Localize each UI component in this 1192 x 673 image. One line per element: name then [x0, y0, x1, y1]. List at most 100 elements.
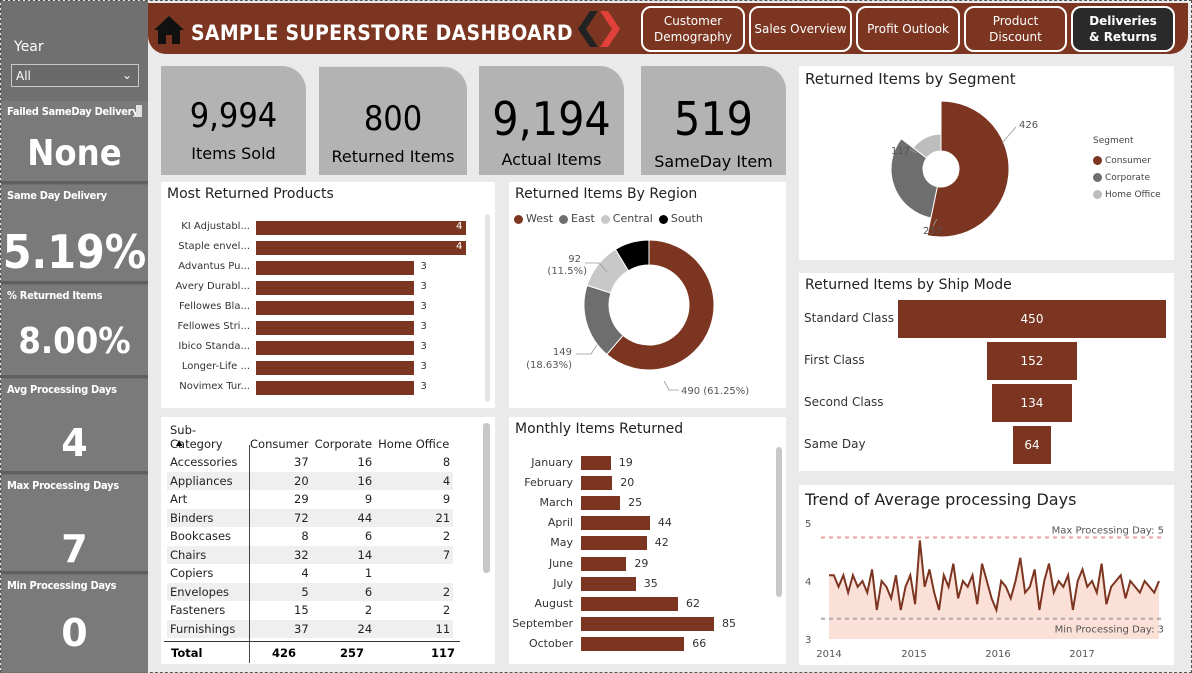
month-bar[interactable]: [581, 536, 647, 551]
table-cell: 1: [364, 566, 373, 581]
month-label: May: [550, 536, 573, 550]
product-bar[interactable]: [256, 301, 414, 315]
product-bar[interactable]: [256, 381, 414, 395]
table-cell: 16: [357, 455, 373, 470]
bar-value: 4: [456, 241, 463, 252]
product-bar[interactable]: [256, 321, 414, 335]
table-cell: 29: [294, 492, 309, 507]
column-header[interactable]: Home Office: [375, 421, 453, 453]
legend-label: Central: [612, 212, 653, 225]
table-row[interactable]: Art 29 9 9: [167, 490, 453, 509]
scrollbar[interactable]: [483, 423, 490, 573]
kpi-value: 9,994: [189, 96, 278, 136]
home-icon[interactable]: [153, 14, 185, 46]
panel-title: Most Returned Products: [167, 186, 334, 202]
product-bar[interactable]: [256, 341, 414, 355]
funnel-bar[interactable]: 450: [898, 300, 1166, 338]
bar-row: Longer-Life ... 3: [161, 360, 481, 376]
ship-mode-funnel: Standard Class 450 First Class 152 Second Cl…: [799, 300, 1174, 468]
table-row[interactable]: Binders 72 44 21: [167, 508, 454, 527]
table-row[interactable]: Chairs 32 14 7: [167, 545, 454, 564]
month-bar[interactable]: [581, 596, 678, 611]
funnel-row: Standard Class 450: [799, 300, 1174, 338]
month-bar[interactable]: [581, 556, 627, 571]
funnel-bar[interactable]: 152: [986, 342, 1078, 380]
month-bar[interactable]: [581, 476, 613, 491]
table-row[interactable]: Fasteners 15 2 2: [167, 601, 453, 620]
month-row: January 19: [509, 455, 774, 471]
table-row[interactable]: Accessories 37 16 8: [167, 453, 453, 472]
month-label: August: [534, 596, 574, 610]
month-bar[interactable]: [581, 516, 650, 531]
nav-deliveries-returns[interactable]: Deliveries & Returns: [1071, 6, 1175, 52]
chevron-down-icon[interactable]: ⌄: [122, 68, 132, 82]
year-filter-value: All: [16, 69, 31, 83]
column-header[interactable]: Consumer: [247, 421, 312, 453]
table-cell: 2: [364, 603, 373, 618]
legend-dot-icon: [600, 214, 610, 224]
column-header[interactable]: Corporate: [312, 421, 376, 453]
product-bar[interactable]: [256, 221, 466, 235]
product-bar[interactable]: [256, 361, 414, 375]
panel-title: Returned Items by Ship Mode: [805, 277, 1012, 293]
nav-profit-outlook[interactable]: Profit Outlook: [856, 6, 960, 52]
year-filter-dropdown[interactable]: All ⌄: [11, 64, 139, 87]
x-tick-label: 2016: [985, 649, 1010, 660]
product-bar[interactable]: [256, 261, 414, 275]
table-cell: 2: [442, 529, 451, 544]
product-bar[interactable]: [256, 281, 414, 295]
y-tick-label: 3: [805, 635, 811, 646]
funnel-bar[interactable]: 64: [1012, 426, 1052, 464]
funnel-bar[interactable]: 134: [992, 384, 1072, 422]
month-bar[interactable]: [581, 616, 714, 631]
table-row[interactable]: Envelopes 5 6 2: [167, 582, 454, 601]
trend-processing-days-panel: Trend of Average processing Days 5 4 3 Max …: [799, 485, 1174, 665]
metric-value: 4: [61, 421, 88, 465]
total-label: Total: [171, 646, 203, 660]
legend-item[interactable]: East: [559, 212, 595, 225]
bar-label: Novimex Tur...: [179, 381, 250, 392]
nav-sales-overview[interactable]: Sales Overview: [749, 6, 852, 52]
segment-slice-consumer[interactable]: [926, 100, 1010, 238]
kpi-value: 9,194: [492, 92, 611, 146]
kpi-value: 519: [674, 92, 753, 146]
returned-items-pct-card: % Returned Items 8.00%: [1, 285, 148, 375]
avg-processing-days-card: Avg Processing Days 4: [1, 379, 148, 471]
nav-customer-demography[interactable]: Customer Demography: [641, 6, 745, 52]
sort-descending-icon[interactable]: ▲: [176, 438, 182, 447]
month-bar[interactable]: [581, 636, 685, 651]
legend-item[interactable]: Home Office: [1093, 190, 1161, 200]
legend-item[interactable]: Central: [600, 212, 653, 225]
table-cell: 11: [375, 619, 454, 638]
panel-title: Trend of Average processing Days: [805, 490, 1077, 509]
table-cell: 2: [442, 603, 451, 618]
table-cell: 16: [311, 471, 376, 490]
legend-item[interactable]: Consumer: [1093, 156, 1161, 166]
table-row[interactable]: Bookcases 8 6 2: [167, 527, 453, 546]
table-cell: Accessories: [170, 455, 238, 470]
slice-label: (11.5%): [547, 266, 587, 277]
divider: [1, 471, 148, 474]
bar-value: 3: [420, 261, 427, 272]
table-row[interactable]: Appliances 20 16 4: [167, 471, 454, 490]
month-bar[interactable]: [581, 456, 611, 470]
min-annotation: Min Processing Day: 3: [1055, 625, 1164, 636]
nav-product-discount[interactable]: Product Discount: [964, 6, 1067, 52]
month-label: February: [524, 476, 573, 490]
table-cell: 4: [375, 471, 454, 490]
legend-item[interactable]: Corporate: [1093, 173, 1161, 183]
scroll-thumb[interactable]: [136, 105, 142, 117]
month-bar[interactable]: [581, 496, 621, 511]
table-row[interactable]: Furnishings 37 24 11: [167, 619, 454, 638]
legend-item[interactable]: South: [658, 212, 703, 225]
table-cell: Furnishings: [167, 619, 247, 638]
month-row: March 25: [509, 495, 774, 511]
scrollbar[interactable]: [776, 447, 782, 597]
legend-item[interactable]: West: [514, 212, 553, 225]
scrollbar[interactable]: [485, 214, 490, 402]
month-bar[interactable]: [581, 576, 636, 591]
product-bar[interactable]: [256, 241, 466, 255]
column-header[interactable]: Sub-Category: [167, 421, 247, 453]
metric-value: 5.19%: [2, 225, 147, 279]
table-row[interactable]: Copiers 4 1: [167, 564, 453, 583]
